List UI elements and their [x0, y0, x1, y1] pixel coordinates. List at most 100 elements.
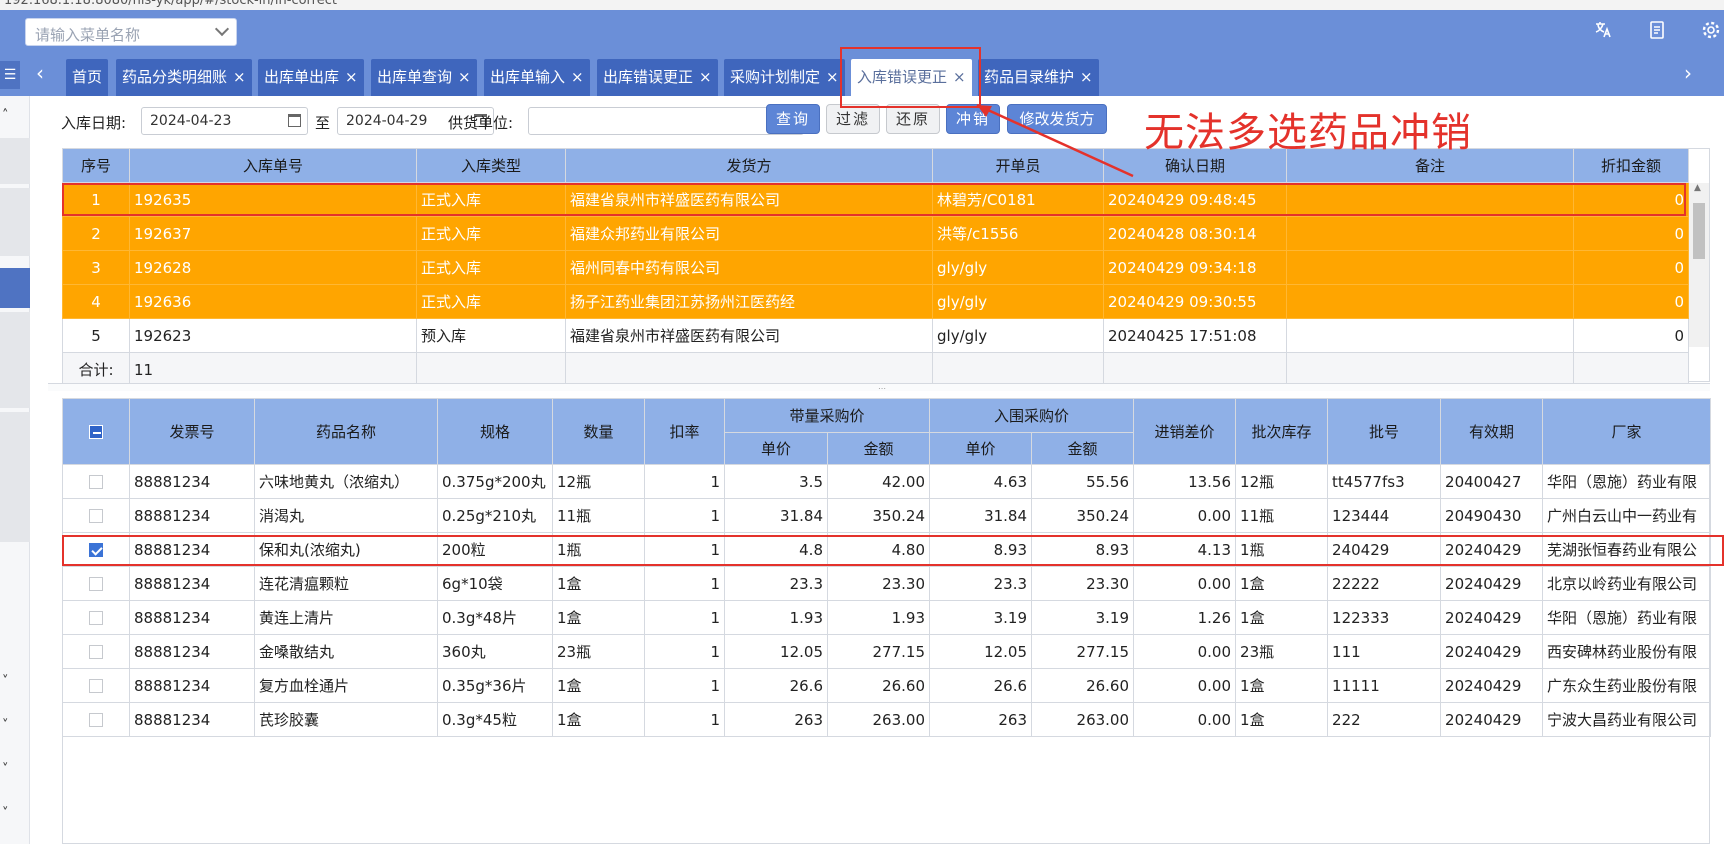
tab-outbound-query[interactable]: 出库单查询 × — [371, 59, 477, 96]
filter-button[interactable]: 过滤 — [826, 104, 880, 134]
col-header-select-all[interactable] — [62, 398, 130, 465]
close-icon[interactable]: × — [233, 68, 246, 86]
table-row[interactable]: 88881234 连花清瘟颗粒 6g*10袋 1盒 1 23.3 23.30 23.3 23.3… — [62, 566, 1712, 601]
cell-order-no: 192635 — [129, 182, 417, 217]
row-checkbox[interactable] — [89, 509, 103, 523]
table-row[interactable]: 5 192623 预入库 福建省泉州市祥盛医药有限公司 gly/gly 2024… — [62, 318, 1689, 353]
menu-toggle-icon[interactable]: ☰ — [0, 61, 20, 89]
table-row[interactable]: 2 192637 正式入库 福建众邦药业有限公司 洪等/c1556 202404… — [62, 216, 1689, 251]
close-icon[interactable]: × — [571, 68, 584, 86]
cell-confirm-date: 20240428 08:30:14 — [1103, 216, 1287, 251]
scrollbar-thumb[interactable] — [1693, 203, 1705, 259]
document-icon[interactable] — [1646, 20, 1668, 42]
col-header-discount[interactable]: 折扣金额 — [1573, 148, 1689, 183]
close-icon[interactable]: × — [826, 68, 839, 86]
chevron-up-icon[interactable]: ˄ — [2, 108, 9, 123]
translate-icon[interactable] — [1592, 20, 1614, 42]
tab-purchase-plan[interactable]: 采购计划制定 × — [724, 59, 845, 96]
select-all-checkbox[interactable] — [89, 425, 103, 439]
table-row[interactable]: 4 192636 正式入库 扬子江药业集团江苏扬州江医药经 gly/gly 20… — [62, 284, 1689, 319]
row-checkbox[interactable] — [89, 577, 103, 591]
table-row[interactable]: 88881234 六味地黄丸（浓缩丸） 0.375g*200丸 12瓶 1 3.5 42.0… — [62, 464, 1712, 499]
sidebar-item[interactable] — [0, 412, 30, 542]
col-header-volume-unit-price[interactable]: 单价 — [724, 432, 828, 465]
col-header-batch-stock[interactable]: 批次库存 — [1235, 398, 1329, 465]
col-header-order-no[interactable]: 入库单号 — [129, 148, 417, 183]
tab-scroll-right-icon[interactable]: › — [1684, 61, 1692, 85]
writeoff-button[interactable]: 冲销 — [946, 104, 1000, 134]
drag-handle-icon[interactable]: ⋯ — [878, 384, 886, 393]
table-row[interactable]: 88881234 复方血栓通片 0.35g*36片 1盒 1 26.6 26.60 26.6 2… — [62, 668, 1712, 703]
col-header-invoice[interactable]: 发票号 — [129, 398, 255, 465]
tab-home[interactable]: 首页 — [66, 59, 109, 96]
row-checkbox[interactable] — [89, 713, 103, 727]
close-icon[interactable]: × — [345, 68, 358, 86]
cell-rw-amount: 277.15 — [1031, 634, 1135, 669]
cell-rw-amount: 263.00 — [1031, 702, 1135, 737]
col-header-sender[interactable]: 发货方 — [565, 148, 933, 183]
gear-icon[interactable] — [1700, 20, 1722, 42]
col-header-shortlist-unit-price[interactable]: 单价 — [929, 432, 1033, 465]
sidebar-item[interactable] — [0, 138, 30, 184]
tab-scroll-left-icon[interactable]: ‹ — [36, 61, 44, 85]
close-icon[interactable]: × — [458, 68, 471, 86]
scroll-up-icon[interactable]: ▲ — [1694, 183, 1701, 193]
row-checkbox[interactable] — [89, 611, 103, 625]
col-header-manufacturer[interactable]: 厂家 — [1542, 398, 1712, 465]
table-row[interactable]: 1 192635 正式入库 福建省泉州市祥盛医药有限公司 林碧芳/C0181 2… — [62, 182, 1689, 217]
cell-invoice: 88881234 — [129, 464, 255, 499]
top-grid-scrollbar[interactable]: ▲ — [1689, 183, 1709, 347]
row-checkbox[interactable] — [89, 475, 103, 489]
cell-clerk: gly/gly — [932, 284, 1104, 319]
restore-button[interactable]: 还原 — [886, 104, 940, 134]
col-header-type[interactable]: 入库类型 — [416, 148, 566, 183]
browser-url-text: 192.168.1.18:8080/his-yk/app/#/stock-in/… — [4, 0, 337, 8]
table-row[interactable]: 88881234 金嗓散结丸 360丸 23瓶 1 12.05 277.15 12.05 277… — [62, 634, 1712, 669]
col-header-shortlist-amount[interactable]: 金额 — [1031, 432, 1135, 465]
chevron-down-icon[interactable]: ˅ — [2, 762, 9, 777]
tab-outbound-issue[interactable]: 出库单出库 × — [258, 59, 364, 96]
col-header-volume-amount[interactable]: 金额 — [826, 432, 931, 465]
col-header-qty[interactable]: 数量 — [552, 398, 645, 465]
date-from-picker[interactable]: 2024-04-23 — [141, 107, 308, 135]
col-header-spec[interactable]: 规格 — [437, 398, 553, 465]
query-button[interactable]: 查询 — [766, 104, 820, 134]
close-icon[interactable]: × — [699, 68, 712, 86]
tab-outbound-correction[interactable]: 出库错误更正 × — [597, 59, 718, 96]
col-header-seq[interactable]: 序号 — [62, 148, 130, 183]
modify-sender-button[interactable]: 修改发货方 — [1007, 104, 1107, 134]
sidebar-item[interactable] — [0, 188, 30, 256]
cell-dl-price: 31.84 — [724, 498, 828, 533]
table-row[interactable]: 88881234 保和丸(浓缩丸) 200粒 1瓶 1 4.8 4.80 8.93 8.93 4.… — [62, 532, 1712, 567]
row-checkbox[interactable] — [89, 645, 103, 659]
supplier-select[interactable] — [528, 107, 804, 135]
col-header-drug-name[interactable]: 药品名称 — [254, 398, 438, 465]
sidebar-item[interactable] — [0, 312, 30, 408]
row-checkbox[interactable] — [89, 543, 103, 557]
cell-spec: 0.3g*48片 — [437, 600, 553, 635]
cell-checkbox — [62, 634, 130, 669]
cell-spec: 0.35g*36片 — [437, 668, 553, 703]
menu-search-select[interactable]: 请输入菜单名称 — [25, 18, 237, 46]
sidebar-item-active[interactable] — [0, 268, 30, 308]
chevron-down-icon[interactable]: ˅ — [2, 806, 9, 821]
tab-outbound-input[interactable]: 出库单输入 × — [484, 59, 590, 96]
col-header-batch-no[interactable]: 批号 — [1327, 398, 1442, 465]
tab-drug-catalog[interactable]: 药品目录维护 × — [978, 59, 1099, 96]
table-row[interactable]: 88881234 芪珍胶囊 0.3g*45粒 1盒 1 263 263.00 263 263.0… — [62, 702, 1712, 737]
table-row[interactable]: 88881234 消渴丸 0.25g*210丸 11瓶 1 31.84 350.24 31.8… — [62, 498, 1712, 533]
table-row[interactable]: 3 192628 正式入库 福州同春中药有限公司 gly/gly 2024042… — [62, 250, 1689, 285]
col-header-rate[interactable]: 扣率 — [644, 398, 725, 465]
browser-url-bar[interactable]: 192.168.1.18:8080/his-yk/app/#/stock-in/… — [0, 0, 1724, 10]
pane-splitter[interactable]: ⋯ — [48, 383, 1710, 393]
tab-drug-category-ledger[interactable]: 药品分类明细账 × — [116, 59, 252, 96]
chevron-down-icon[interactable]: ˅ — [2, 674, 9, 689]
col-header-clerk[interactable]: 开单员 — [932, 148, 1104, 183]
table-row[interactable]: 88881234 黄连上清片 0.3g*48片 1盒 1 1.93 1.93 3.19 3.19… — [62, 600, 1712, 635]
row-checkbox[interactable] — [89, 679, 103, 693]
col-header-expiry[interactable]: 有效期 — [1440, 398, 1544, 465]
col-header-price-diff[interactable]: 进销差价 — [1133, 398, 1237, 465]
close-icon[interactable]: × — [1080, 68, 1093, 86]
cell-dl-amount: 4.80 — [826, 532, 931, 567]
chevron-down-icon[interactable]: ˅ — [2, 718, 9, 733]
